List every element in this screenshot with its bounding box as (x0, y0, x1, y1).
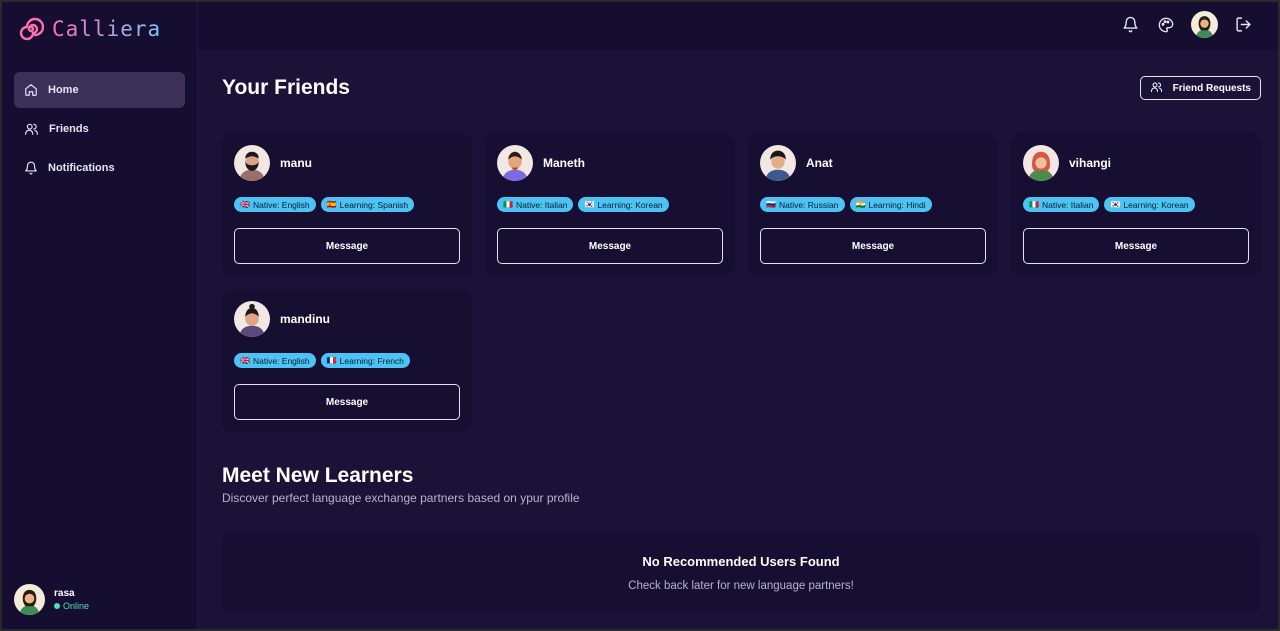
sidebar-item-friends[interactable]: Friends (14, 111, 185, 147)
native-language-badge: 🇬🇧 Native: English (234, 197, 316, 212)
sidebar-item-label: Notifications (48, 162, 115, 174)
bell-icon[interactable] (1119, 12, 1141, 38)
empty-state: No Recommended Users Found Check back la… (222, 532, 1260, 614)
message-button[interactable]: Message (760, 228, 986, 264)
friend-card: mandinu 🇬🇧 Native: English 🇫🇷 Learning: Fr… (222, 289, 472, 432)
native-language-badge: 🇮🇹 Native: Italian (1023, 197, 1100, 212)
friend-card: Maneth 🇮🇹 Native: Italian 🇰🇷 Learning: Kor… (485, 133, 735, 276)
palette-icon[interactable] (1155, 12, 1177, 38)
message-button[interactable]: Message (497, 228, 723, 264)
avatar[interactable] (1191, 11, 1218, 38)
flag-icon: 🇮🇳 (855, 200, 866, 209)
user-name: rasa (54, 588, 75, 599)
flag-icon: 🇷🇺 (766, 200, 776, 209)
flag-icon: 🇪🇸 (326, 200, 337, 209)
avatar (760, 145, 796, 181)
native-language-badge: 🇬🇧 Native: English (234, 353, 316, 368)
empty-state-subtitle: Check back later for new language partne… (628, 580, 854, 592)
home-icon (24, 83, 38, 97)
learning-language-badge: 🇰🇷 Learning: Korean (1104, 197, 1195, 212)
friend-card: manu 🇬🇧 Native: English 🇪🇸 Learning: Spani… (222, 133, 472, 276)
friend-requests-label: Friend Requests (1172, 82, 1251, 94)
users-icon (1150, 81, 1163, 96)
friend-name: Anat (806, 156, 833, 170)
users-icon (24, 122, 39, 136)
spiral-logo-icon (18, 16, 44, 42)
header-actions (1119, 11, 1254, 38)
logout-icon[interactable] (1232, 12, 1254, 38)
friend-name: vihangi (1069, 156, 1112, 170)
current-user[interactable]: rasa Online (14, 584, 89, 615)
message-button[interactable]: Message (1023, 228, 1249, 264)
sidebar-item-home[interactable]: Home (14, 72, 185, 108)
sidebar-item-label: Home (48, 84, 79, 96)
friend-name: Maneth (543, 156, 585, 170)
flag-icon: 🇫🇷 (326, 356, 337, 365)
flag-icon: 🇬🇧 (240, 200, 250, 209)
avatar (1023, 145, 1059, 181)
app-name: Calliera (52, 17, 162, 41)
status-badge: Online (54, 601, 89, 611)
native-language-badge: 🇮🇹 Native: Italian (497, 197, 574, 212)
online-dot-icon (54, 603, 60, 609)
sidebar: Calliera Home Friends Notifications rasa… (0, 0, 198, 631)
top-bar (198, 0, 1280, 50)
friend-name: mandinu (280, 312, 330, 326)
friend-card: Anat 🇷🇺 Native: Russian 🇮🇳 Learning: Hindi… (748, 133, 998, 276)
empty-state-title: No Recommended Users Found (642, 554, 840, 569)
avatar (497, 145, 533, 181)
sidebar-nav: Home Friends Notifications (14, 72, 185, 189)
page-title: Your Friends (222, 76, 350, 99)
learning-language-badge: 🇪🇸 Learning: Spanish (320, 197, 415, 212)
sidebar-item-label: Friends (49, 123, 89, 135)
flag-icon: 🇬🇧 (240, 356, 250, 365)
learning-language-badge: 🇮🇳 Learning: Hindi (849, 197, 932, 212)
flag-icon: 🇮🇹 (1029, 200, 1039, 209)
flag-icon: 🇮🇹 (503, 200, 513, 209)
avatar (234, 301, 270, 337)
bell-icon (24, 161, 38, 175)
message-button[interactable]: Message (234, 228, 460, 264)
learning-language-badge: 🇫🇷 Learning: French (320, 353, 410, 368)
main-content: Your Friends Friend Requests manu 🇬🇧 Nati… (198, 50, 1280, 631)
avatar (14, 584, 45, 615)
status-text: Online (63, 601, 90, 611)
flag-icon: 🇰🇷 (584, 200, 595, 209)
friend-name: manu (280, 156, 313, 170)
section-title: Meet New Learners (222, 464, 414, 487)
friend-card: vihangi 🇮🇹 Native: Italian 🇰🇷 Learning: Ko… (1011, 133, 1261, 276)
logo[interactable]: Calliera (18, 16, 161, 42)
section-subtitle: Discover perfect language exchange partn… (222, 491, 580, 505)
flag-icon: 🇰🇷 (1110, 200, 1121, 209)
native-language-badge: 🇷🇺 Native: Russian (760, 197, 845, 212)
friend-requests-button[interactable]: Friend Requests (1139, 76, 1261, 100)
avatar (234, 145, 270, 181)
learning-language-badge: 🇰🇷 Learning: Korean (578, 197, 669, 212)
message-button[interactable]: Message (234, 384, 460, 420)
sidebar-item-notifications[interactable]: Notifications (14, 150, 185, 186)
